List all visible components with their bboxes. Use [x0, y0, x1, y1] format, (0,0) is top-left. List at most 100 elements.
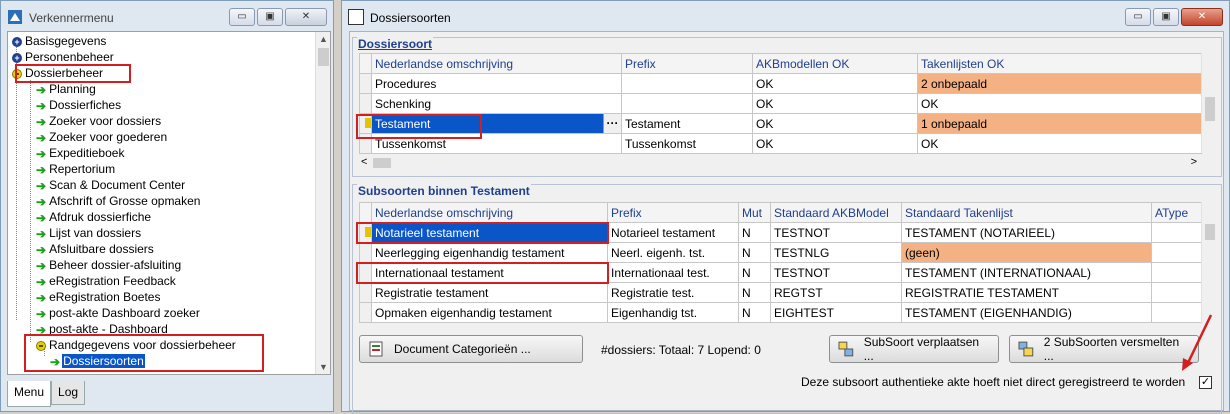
column-header[interactable]: Nederlandse omschrijving: [371, 202, 608, 223]
column-header[interactable]: Standaard AKBModel: [770, 202, 902, 223]
table-cell[interactable]: OK: [752, 113, 918, 134]
scroll-thumb[interactable]: [1205, 224, 1215, 240]
grid-scrollbar[interactable]: [1201, 53, 1217, 153]
row-indicator[interactable]: [359, 302, 372, 323]
scroll-up-icon[interactable]: ▲: [319, 34, 328, 44]
tab-menu[interactable]: Menu: [7, 381, 52, 407]
tree-item[interactable]: ➔ Beheer dossier-afsluiting: [36, 257, 182, 273]
column-header[interactable]: AKBmodellen OK: [752, 53, 918, 74]
close-button[interactable]: ✕: [1181, 8, 1223, 26]
table-cell[interactable]: TESTAMENT (INTERNATIONAAL): [901, 262, 1152, 283]
column-header[interactable]: AType: [1151, 202, 1202, 223]
row-indicator[interactable]: [359, 282, 372, 303]
table-cell[interactable]: Neerlegging eigenhandig testament: [371, 242, 608, 263]
table-cell[interactable]: OK: [752, 133, 918, 154]
minimize-button[interactable]: ▭: [1125, 8, 1151, 26]
table-cell[interactable]: OK: [917, 133, 1202, 154]
table-cell[interactable]: REGISTRATIE TESTAMENT: [901, 282, 1152, 303]
table-cell[interactable]: Internationaal test.: [607, 262, 739, 283]
subsoort-verplaatsen-button[interactable]: SubSoort verplaatsen ...: [829, 335, 999, 363]
tree-scrollbar[interactable]: ▲ ▼: [315, 32, 330, 374]
table-cell[interactable]: N: [738, 302, 771, 323]
tree-item[interactable]: + Personenbeheer: [12, 49, 115, 65]
table-row[interactable]: Procedures OK 2 onbepaald: [359, 73, 1202, 94]
direct-registreren-checkbox[interactable]: ✓: [1199, 376, 1212, 389]
table-cell[interactable]: TESTNLG: [770, 242, 902, 263]
table-row[interactable]: Neerlegging eigenhandig testament Neerl. …: [359, 242, 1202, 263]
subsoorten-versmelten-button[interactable]: 2 SubSoorten versmelten ...: [1009, 335, 1199, 363]
table-cell[interactable]: Registratie test.: [607, 282, 739, 303]
table-cell[interactable]: [621, 73, 753, 94]
table-cell[interactable]: REGTST: [770, 282, 902, 303]
table-cell[interactable]: Tussenkomst: [621, 133, 753, 154]
table-cell[interactable]: Eigenhandig tst.: [607, 302, 739, 323]
tree-item[interactable]: ➔ Expeditieboek: [36, 145, 125, 161]
table-cell[interactable]: [1151, 262, 1202, 283]
tree-item[interactable]: ➔ Planning: [36, 81, 97, 97]
table-cell[interactable]: TESTNOT: [770, 262, 902, 283]
table-row[interactable]: Schenking OK OK: [359, 93, 1202, 114]
tree-item[interactable]: + Basisgegevens: [12, 33, 107, 49]
expand-icon[interactable]: +: [12, 52, 22, 63]
table-row[interactable]: Opmaken eigenhandig testament Eigenhandig…: [359, 302, 1202, 323]
column-header[interactable]: Prefix: [607, 202, 739, 223]
document-categorieen-button[interactable]: Document Categorieën ...: [359, 335, 583, 363]
tree-item[interactable]: ➔ Afdruk dossierfiche: [36, 209, 152, 225]
tree-item[interactable]: ➔ Zoeker voor dossiers: [36, 113, 162, 129]
table-row[interactable]: Registratie testament Registratie test. N R…: [359, 282, 1202, 303]
scroll-right-icon[interactable]: >: [1191, 156, 1197, 168]
table-cell[interactable]: 1 onbepaald: [917, 113, 1202, 134]
table-cell[interactable]: [1151, 242, 1202, 263]
tree-item[interactable]: ➔ Repertorium: [36, 161, 116, 177]
table-cell[interactable]: [1151, 222, 1202, 243]
column-header[interactable]: Prefix: [621, 53, 753, 74]
table-row[interactable]: Tussenkomst Tussenkomst OK OK: [359, 133, 1202, 154]
table-cell[interactable]: Opmaken eigenhandig testament: [371, 302, 608, 323]
expand-icon[interactable]: +: [12, 36, 22, 47]
tree-item[interactable]: ➔ Dossierfiches: [36, 97, 122, 113]
table-cell[interactable]: Notarieel testament: [607, 222, 739, 243]
scroll-thumb[interactable]: [1205, 97, 1215, 121]
minimize-button[interactable]: ▭: [229, 8, 255, 26]
table-cell[interactable]: EIGHTEST: [770, 302, 902, 323]
tree-item[interactable]: ➔ Scan & Document Center: [36, 177, 186, 193]
tree-item[interactable]: ➔ Zoeker voor goederen: [36, 129, 168, 145]
ellipsis-button[interactable]: ···: [603, 114, 621, 133]
table-cell[interactable]: OK: [917, 93, 1202, 114]
maximize-button[interactable]: ▣: [1153, 8, 1179, 26]
grid-scrollbar[interactable]: [1201, 202, 1217, 324]
column-header[interactable]: Nederlandse omschrijving: [371, 53, 622, 74]
scroll-down-icon[interactable]: ▼: [319, 362, 328, 372]
table-row[interactable]: Testament ··· Testament OK 1 onbepaald: [359, 113, 1202, 134]
maximize-button[interactable]: ▣: [257, 8, 283, 26]
column-header[interactable]: Standaard Takenlijst: [901, 202, 1152, 223]
table-cell[interactable]: 2 onbepaald: [917, 73, 1202, 94]
table-cell[interactable]: [621, 93, 753, 114]
table-cell[interactable]: TESTNOT: [770, 222, 902, 243]
column-header[interactable]: Mut: [738, 202, 771, 223]
table-cell[interactable]: (geen): [901, 242, 1152, 263]
tree-item[interactable]: ➔ post-akte Dashboard zoeker: [36, 305, 201, 321]
close-button[interactable]: ✕: [285, 8, 327, 26]
table-cell[interactable]: OK: [752, 93, 918, 114]
tab-log[interactable]: Log: [51, 381, 86, 405]
row-indicator[interactable]: [359, 73, 372, 94]
scroll-thumb[interactable]: [318, 48, 329, 66]
tree-item[interactable]: ➔ Lijst van dossiers: [36, 225, 142, 241]
table-cell[interactable]: N: [738, 282, 771, 303]
table-cell[interactable]: Registratie testament: [371, 282, 608, 303]
column-header[interactable]: Takenlijsten OK: [917, 53, 1202, 74]
tree-item[interactable]: ➔ Afschrift of Grosse opmaken: [36, 193, 201, 209]
table-cell[interactable]: Procedures: [371, 73, 622, 94]
table-cell[interactable]: [1151, 282, 1202, 303]
table-cell[interactable]: Neerl. eigenh. tst.: [607, 242, 739, 263]
grid-hscrollbar[interactable]: < >: [359, 155, 1201, 171]
tree-item[interactable]: ➔ Afsluitbare dossiers: [36, 241, 155, 257]
tree-item[interactable]: ➔ eRegistration Boetes: [36, 289, 161, 305]
table-cell[interactable]: Schenking: [371, 93, 622, 114]
tree-item[interactable]: ➔ eRegistration Feedback: [36, 273, 177, 289]
table-cell[interactable]: N: [738, 262, 771, 283]
scroll-thumb[interactable]: [373, 158, 391, 168]
table-cell[interactable]: N: [738, 242, 771, 263]
table-cell[interactable]: OK: [752, 73, 918, 94]
